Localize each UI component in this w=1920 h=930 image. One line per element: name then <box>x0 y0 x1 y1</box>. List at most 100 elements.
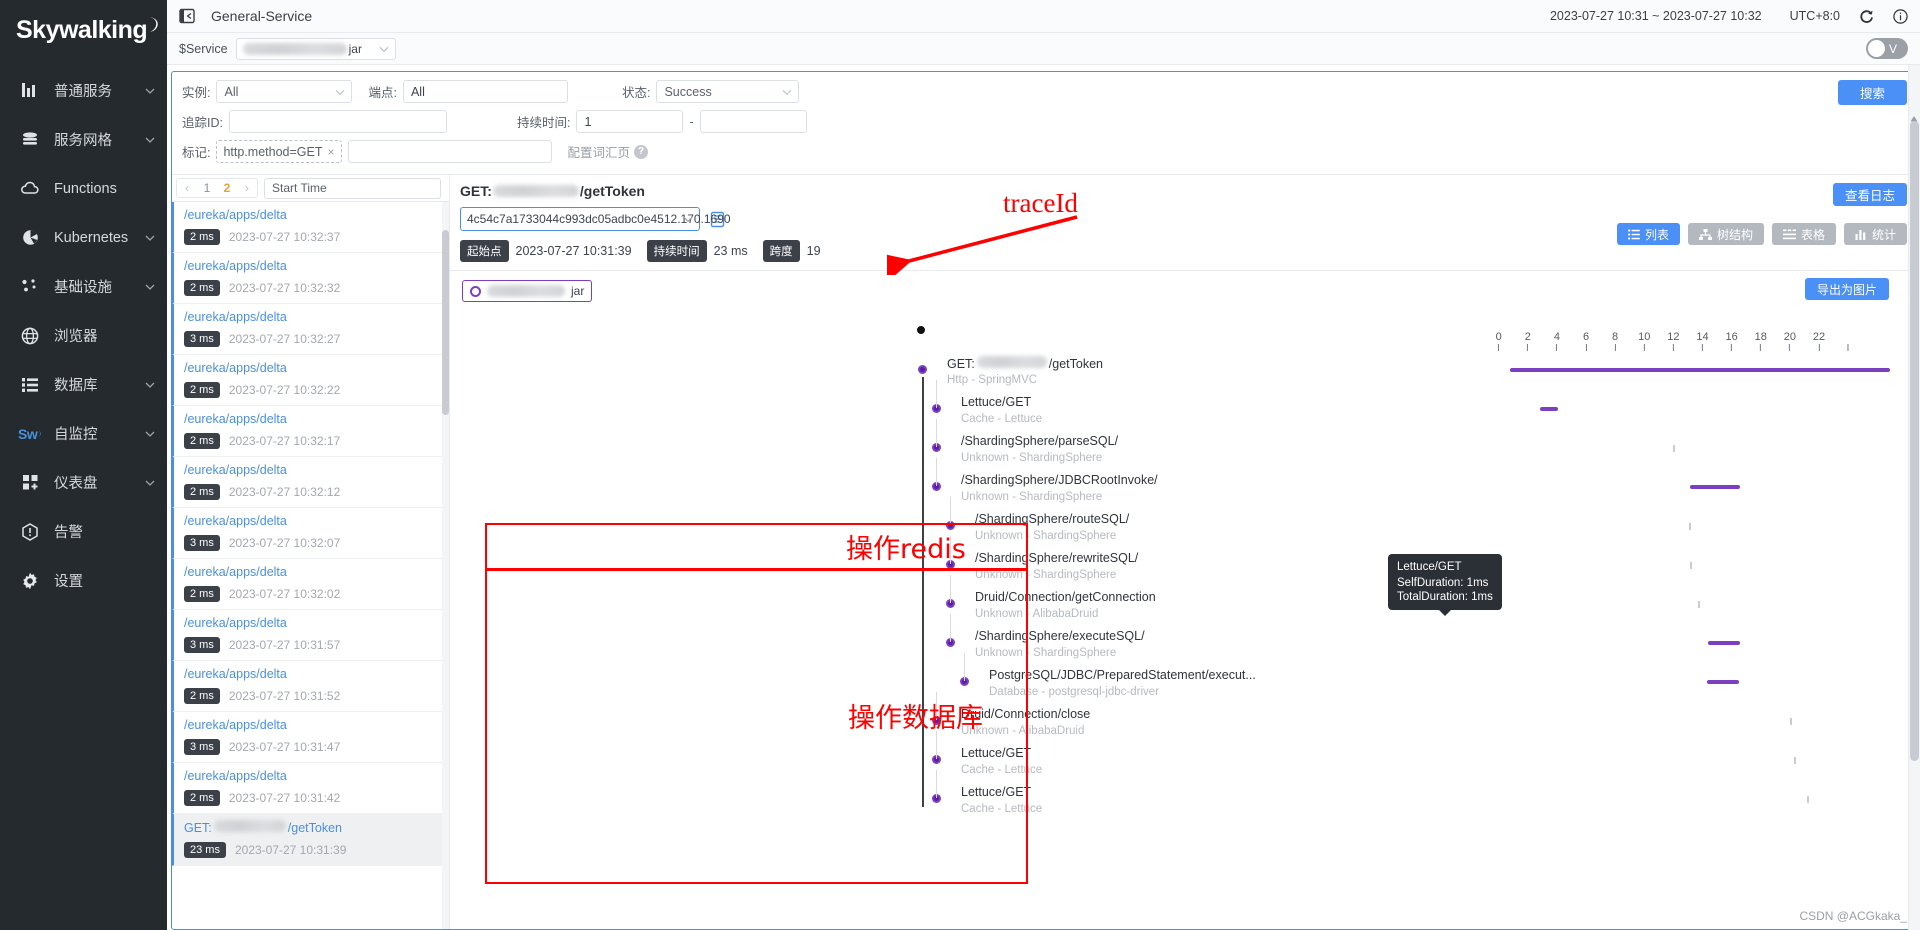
span-row[interactable]: /ShardingSphere/parseSQL/Unknown - Shard… <box>450 419 1919 472</box>
trace-list-item[interactable]: /eureka/apps/delta 2 ms 2023-07-27 10:32:1… <box>172 457 449 508</box>
span-row[interactable]: /ShardingSphere/routeSQL/Unknown - Shard… <box>450 497 1919 550</box>
span-row[interactable]: PostgreSQL/JDBC/PreparedStatement/execut… <box>450 653 1919 706</box>
view-mode-list[interactable]: 列表 <box>1616 223 1680 245</box>
page-scrollbar[interactable] <box>1908 65 1920 930</box>
gear-icon <box>18 572 42 590</box>
trace-list-item[interactable]: /eureka/apps/delta 2 ms 2023-07-27 10:31:5… <box>172 661 449 712</box>
span-duration-bar[interactable] <box>1707 680 1739 684</box>
pagination-page-1[interactable]: 1 <box>197 179 217 197</box>
view-mode-table[interactable]: 表格 <box>1771 223 1836 245</box>
service-select[interactable]: jar <box>235 37 396 60</box>
vocab-link[interactable]: 配置词汇页 ? <box>568 142 649 161</box>
service-chip[interactable]: jar <box>462 280 593 302</box>
span-duration-bar[interactable] <box>1807 796 1809 803</box>
tag-input[interactable] <box>347 140 552 163</box>
trace-duration-badge: 2 ms <box>184 433 220 449</box>
endpoint-input[interactable]: All <box>402 80 568 103</box>
sidebar-item-settings[interactable]: 设置 <box>0 556 167 605</box>
span-row[interactable]: Druid/Connection/getConnection Unknown - … <box>450 575 1919 628</box>
trace-list-item[interactable]: /eureka/apps/delta 2 ms 2023-07-27 10:32:3… <box>172 202 449 253</box>
sidebar-item-infrastructure[interactable]: 基础设施 <box>0 262 167 311</box>
sidebar-item-alarm[interactable]: 告警 <box>0 507 167 556</box>
tag-chip[interactable]: http.method=GET × <box>216 140 342 163</box>
span-duration-bar[interactable] <box>1689 523 1691 530</box>
sidebar-item-functions[interactable]: Functions <box>0 164 167 213</box>
duration-max-input[interactable] <box>699 110 807 133</box>
sidebar-item-label: Kubernetes <box>54 229 129 246</box>
trace-list-item[interactable]: /eureka/apps/delta 2 ms 2023-07-27 10:32:1… <box>172 406 449 457</box>
root-span-dot-icon <box>917 326 925 334</box>
export-image-button[interactable]: 导出为图片 <box>1804 278 1889 300</box>
instance-select[interactable]: All <box>216 80 353 103</box>
view-mode-stats[interactable]: 统计 <box>1843 223 1907 245</box>
pagination-prev[interactable]: ‹ <box>177 179 197 197</box>
span-row[interactable]: Lettuce/GET Cache - Lettuce <box>450 770 1919 823</box>
page-scrollbar-thumb[interactable] <box>1910 121 1919 761</box>
span-duration-bar[interactable] <box>1690 485 1740 489</box>
span-name: /ShardingSphere/routeSQL/ <box>975 512 1130 526</box>
traceid-input[interactable] <box>228 110 447 133</box>
sidebar-item-database[interactable]: 数据库 <box>0 360 167 409</box>
instance-label: 实例: <box>182 86 211 100</box>
span-duration-bar[interactable] <box>1690 562 1692 569</box>
status-select[interactable]: Success <box>656 80 800 103</box>
endpoint-label: 端点: <box>368 86 397 100</box>
trace-list-item[interactable]: /eureka/apps/delta 2 ms 2023-07-27 10:32:0… <box>172 559 449 610</box>
trace-meta: 3 ms 2023-07-27 10:32:27 <box>184 331 439 347</box>
pagination-next[interactable]: › <box>237 179 257 197</box>
span-row[interactable]: /ShardingSphere/executeSQL/Unknown - Sha… <box>450 614 1919 667</box>
trace-endpoint: /eureka/apps/delta <box>184 412 287 426</box>
span-duration-bar[interactable] <box>1708 641 1740 645</box>
reload-icon[interactable] <box>1859 9 1874 24</box>
trace-list-item[interactable]: /eureka/apps/delta 2 ms 2023-07-27 10:31:4… <box>172 763 449 814</box>
trace-list-item[interactable]: /eureka/apps/delta 3 ms 2023-07-27 10:32:0… <box>172 508 449 559</box>
chevron-down-icon <box>335 85 345 99</box>
sidebar-item-dashboard[interactable]: 仪表盘 <box>0 458 167 507</box>
collapse-panel-icon[interactable] <box>179 8 195 24</box>
trace-list-item[interactable]: /eureka/apps/delta 3 ms 2023-07-27 10:31:5… <box>172 610 449 661</box>
trace-list-item[interactable]: /eureka/apps/delta 3 ms 2023-07-27 10:31:4… <box>172 712 449 763</box>
trace-list-item[interactable]: /eureka/apps/delta 2 ms 2023-07-27 10:32:2… <box>172 355 449 406</box>
app-logo[interactable]: Skywalking <box>0 0 167 60</box>
span-tooltip: Lettuce/GET SelfDuration: 1ms TotalDurat… <box>1388 554 1502 616</box>
trace-detail-panel: GET: /getToken 4c54c7a1733044c993dc05adb… <box>450 175 1919 929</box>
span-duration-bar[interactable] <box>1673 445 1675 452</box>
sidebar-item-general-service[interactable]: 普通服务 <box>0 66 167 115</box>
trace-list-header: ‹ 1 2 › Start Time <box>172 175 449 202</box>
span-duration-bar[interactable] <box>1790 718 1792 725</box>
span-row[interactable]: Lettuce/GET Cache - Lettuce <box>450 380 1919 433</box>
pagination-page-2[interactable]: 2 <box>217 179 237 197</box>
sidebar-item-self-monitoring[interactable]: Sw 自监控 <box>0 409 167 458</box>
trace-list-item[interactable]: /eureka/apps/delta 3 ms 2023-07-27 10:32:2… <box>172 304 449 355</box>
sort-select[interactable]: Start Time <box>264 177 441 199</box>
question-mark-icon[interactable]: ? <box>634 144 649 159</box>
sidebar-item-browser[interactable]: 浏览器 <box>0 311 167 360</box>
sidebar-item-service-mesh[interactable]: 服务网格 <box>0 115 167 164</box>
chevron-down-icon <box>379 42 389 56</box>
search-button[interactable]: 搜索 <box>1837 80 1907 105</box>
trace-id-select[interactable]: 4c54c7a1733044c993dc05adbc0e4512.170.169… <box>460 207 731 231</box>
span-row[interactable]: /ShardingSphere/JDBCRootInvoke/Unknown -… <box>450 458 1919 511</box>
info-icon[interactable] <box>1893 8 1908 24</box>
trace-list-item[interactable]: /eureka/apps/delta 2 ms 2023-07-27 10:32:3… <box>172 253 449 304</box>
span-duration-bar[interactable] <box>1794 757 1796 764</box>
span-row[interactable]: Lettuce/GET Cache - Lettuce <box>450 731 1919 784</box>
scrollbar-thumb[interactable] <box>442 230 449 415</box>
close-icon[interactable]: × <box>328 145 335 159</box>
view-toggle-switch[interactable]: V <box>1866 38 1908 59</box>
span-duration-bar[interactable] <box>1510 368 1890 372</box>
view-mode-tree[interactable]: 树结构 <box>1687 223 1764 245</box>
duration-min-input[interactable]: 1 <box>576 110 684 133</box>
sidebar-item-kubernetes[interactable]: Kubernetes <box>0 213 167 262</box>
span-duration-bar[interactable] <box>1698 601 1700 608</box>
span-row[interactable]: /ShardingSphere/rewriteSQL/Unknown - Sha… <box>450 536 1919 589</box>
scroll-up-arrow-icon[interactable] <box>1910 111 1918 122</box>
trace-meta: 2 ms 2023-07-27 10:32:17 <box>184 433 439 449</box>
trace-list-item[interactable]: GET:/getToken 23 ms 2023-07-27 10:31:39 <box>172 814 449 866</box>
span-row[interactable]: Druid/Connection/close Unknown - AlibabaD… <box>450 692 1919 745</box>
time-range-display[interactable]: 2023-07-27 10:31 ~ 2023-07-27 10:32 <box>1550 9 1762 23</box>
view-logs-button[interactable]: 查看日志 <box>1832 183 1907 206</box>
span-duration-bar[interactable] <box>1540 407 1558 411</box>
trace-list-scrollbar[interactable] <box>442 202 449 929</box>
span-row[interactable]: GET:/getToken Http - SpringMVC <box>450 355 1919 394</box>
